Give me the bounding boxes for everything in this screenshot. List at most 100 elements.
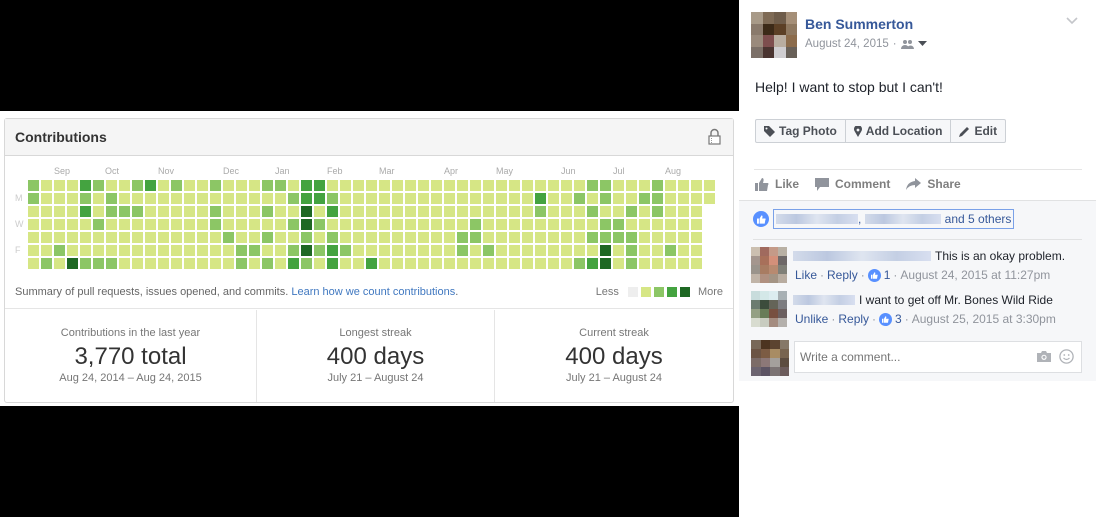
contribution-cell[interactable] [457,245,468,256]
comment-button[interactable]: Comment [815,177,890,191]
contribution-cell[interactable] [405,232,416,243]
contribution-cell[interactable] [80,206,91,217]
contribution-cell[interactable] [327,232,338,243]
contribution-cell[interactable] [93,219,104,230]
contribution-cell[interactable] [379,180,390,191]
contribution-cell[interactable] [665,180,676,191]
contribution-cell[interactable] [288,180,299,191]
contribution-cell[interactable] [28,219,39,230]
contribution-cell[interactable] [249,245,260,256]
contribution-cell[interactable] [509,180,520,191]
contribution-cell[interactable] [119,258,130,269]
contribution-cell[interactable] [353,206,364,217]
author-name[interactable]: Ben Summerton [805,16,913,32]
contribution-cell[interactable] [28,180,39,191]
contribution-cell[interactable] [418,258,429,269]
contribution-cell[interactable] [535,180,546,191]
contribution-cell[interactable] [275,180,286,191]
contribution-cell[interactable] [327,219,338,230]
contribution-cell[interactable] [470,219,481,230]
contribution-cell[interactable] [535,219,546,230]
contribution-cell[interactable] [301,219,312,230]
contribution-cell[interactable] [613,232,624,243]
contribution-cell[interactable] [275,258,286,269]
chevron-down-icon[interactable] [1066,17,1078,25]
contribution-cell[interactable] [106,232,117,243]
contribution-cell[interactable] [470,258,481,269]
contribution-cell[interactable] [327,245,338,256]
contribution-cell[interactable] [691,180,702,191]
contribution-cell[interactable] [704,193,715,204]
contribution-cell[interactable] [28,193,39,204]
contribution-cell[interactable] [431,258,442,269]
contribution-cell[interactable] [613,193,624,204]
contribution-cell[interactable] [340,245,351,256]
contribution-cell[interactable] [600,219,611,230]
contribution-cell[interactable] [210,258,221,269]
audience-dropdown-icon[interactable] [917,41,927,47]
contribution-cell[interactable] [535,193,546,204]
contribution-cell[interactable] [80,219,91,230]
contribution-cell[interactable] [379,219,390,230]
comment-like-link[interactable]: Like [795,268,817,282]
contribution-cell[interactable] [405,206,416,217]
contribution-cell[interactable] [418,232,429,243]
contribution-cell[interactable] [652,258,663,269]
contribution-cell[interactable] [548,245,559,256]
contribution-cell[interactable] [223,219,234,230]
contribution-cell[interactable] [340,206,351,217]
contribution-cell[interactable] [301,180,312,191]
contribution-cell[interactable] [574,206,585,217]
contribution-cell[interactable] [405,193,416,204]
contribution-cell[interactable] [691,193,702,204]
contribution-cell[interactable] [587,232,598,243]
contribution-cell[interactable] [626,193,637,204]
contribution-cell[interactable] [236,219,247,230]
contribution-cell[interactable] [496,258,507,269]
contribution-cell[interactable] [444,258,455,269]
contribution-cell[interactable] [314,219,325,230]
contribution-cell[interactable] [652,219,663,230]
contribution-cell[interactable] [535,258,546,269]
contribution-cell[interactable] [197,206,208,217]
contribution-cell[interactable] [28,245,39,256]
contribution-cell[interactable] [483,245,494,256]
contribution-cell[interactable] [145,206,156,217]
contribution-cell[interactable] [236,245,247,256]
contribution-cell[interactable] [158,258,169,269]
contribution-cell[interactable] [67,245,78,256]
contribution-cell[interactable] [340,258,351,269]
contribution-cell[interactable] [93,245,104,256]
contribution-cell[interactable] [171,258,182,269]
contribution-cell[interactable] [171,180,182,191]
contribution-cell[interactable] [652,245,663,256]
contribution-cell[interactable] [691,258,702,269]
contribution-cell[interactable] [119,219,130,230]
contribution-cell[interactable] [379,232,390,243]
contribution-cell[interactable] [639,180,650,191]
contribution-cell[interactable] [171,193,182,204]
contribution-cell[interactable] [236,206,247,217]
contribution-cell[interactable] [509,258,520,269]
contribution-cell[interactable] [262,219,273,230]
contribution-cell[interactable] [470,245,481,256]
contribution-cell[interactable] [496,193,507,204]
comment-like-count[interactable]: 1 [884,268,891,282]
contribution-cell[interactable] [626,206,637,217]
contribution-cell[interactable] [275,206,286,217]
contribution-cell[interactable] [379,258,390,269]
contribution-cell[interactable] [522,245,533,256]
contribution-cell[interactable] [28,206,39,217]
contribution-cell[interactable] [210,206,221,217]
contribution-cell[interactable] [301,245,312,256]
contribution-cell[interactable] [639,219,650,230]
contribution-cell[interactable] [561,258,572,269]
friends-icon[interactable] [900,39,914,49]
contribution-cell[interactable] [548,193,559,204]
like-button[interactable]: Like [755,177,799,191]
contribution-cell[interactable] [262,193,273,204]
add-location-button[interactable]: Add Location [846,120,952,142]
contribution-cell[interactable] [67,180,78,191]
contribution-cell[interactable] [223,245,234,256]
contribution-cell[interactable] [652,232,663,243]
